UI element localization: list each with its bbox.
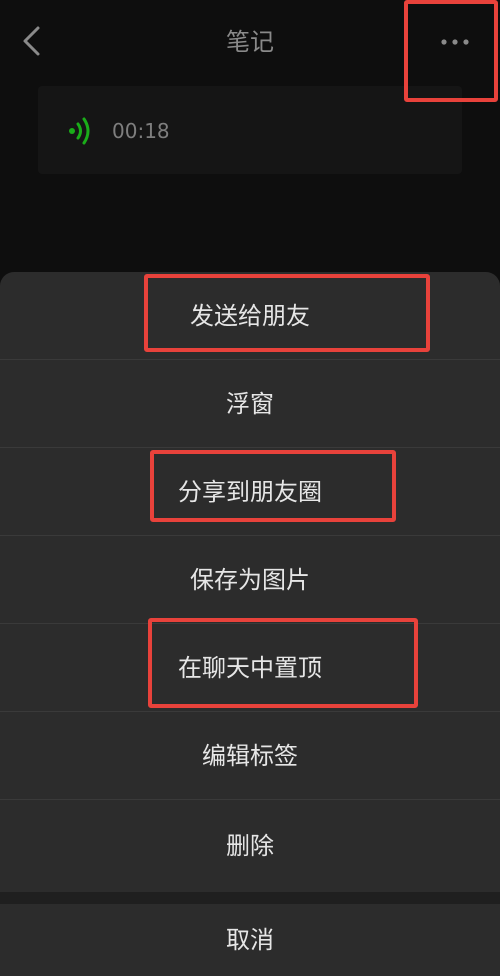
menu-item-label: 浮窗 [226, 390, 274, 418]
sheet-divider [0, 892, 500, 904]
menu-item-pin-in-chat[interactable]: 在聊天中置顶 [0, 624, 500, 712]
menu-item-label: 发送给朋友 [190, 302, 310, 330]
action-sheet: 发送给朋友 浮窗 分享到朋友圈 保存为图片 在聊天中置顶 编辑标签 删除 取消 [0, 272, 500, 976]
menu-item-label: 编辑标签 [202, 742, 298, 770]
cancel-button[interactable]: 取消 [0, 904, 500, 976]
menu-item-label: 删除 [226, 832, 274, 860]
more-dots-icon [441, 39, 469, 45]
page-title: 笔记 [226, 28, 274, 56]
voice-duration: 00:18 [112, 119, 170, 143]
menu-item-label: 分享到朋友圈 [178, 478, 322, 506]
menu-item-save-as-image[interactable]: 保存为图片 [0, 536, 500, 624]
menu-item-send-to-friend[interactable]: 发送给朋友 [0, 272, 500, 360]
navigation-bar: 笔记 [0, 0, 500, 84]
menu-item-label: 保存为图片 [190, 566, 310, 594]
back-button[interactable] [14, 22, 50, 60]
menu-item-floating-window[interactable]: 浮窗 [0, 360, 500, 448]
voice-wave-icon [66, 114, 98, 148]
menu-item-edit-tags[interactable]: 编辑标签 [0, 712, 500, 800]
chevron-left-icon [23, 26, 40, 56]
more-button[interactable] [430, 28, 480, 58]
menu-item-delete[interactable]: 删除 [0, 800, 500, 892]
voice-note-card[interactable]: 00:18 [38, 86, 462, 174]
screen: 笔记 00:18 发送给朋友 浮窗 分享到朋友圈 保存为图片 在聊天中置顶 编辑… [0, 0, 500, 976]
menu-item-label: 在聊天中置顶 [178, 654, 322, 682]
menu-item-share-to-moments[interactable]: 分享到朋友圈 [0, 448, 500, 536]
